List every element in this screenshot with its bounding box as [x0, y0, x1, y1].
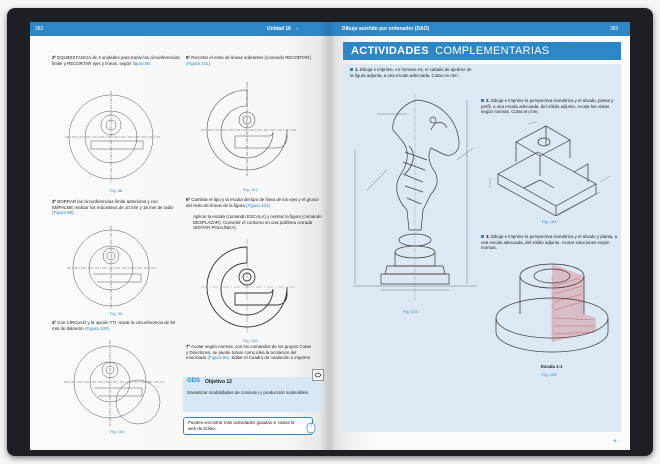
right-page-header: Dibujo asistido por ordenador (DAO) 383 — [330, 22, 630, 36]
figure-104-isometric-solid — [489, 122, 611, 216]
step-5-number: 5º — [186, 55, 191, 60]
caption-fig-104: Fig. 104 — [542, 219, 557, 224]
bullet-3 — [481, 235, 484, 239]
web-note-text: Puedes encontrar más actividades guiadas… — [188, 420, 295, 431]
caption-fig-100: Fig. 100 — [110, 429, 125, 434]
step-5-body: Recortar el resto de líneas sobrantes (c… — [191, 55, 311, 60]
figure-103-chess-knight — [353, 94, 477, 300]
activity-3-number: 3. — [486, 234, 490, 239]
unit-arrow: › — [296, 26, 298, 32]
mouse-icon — [306, 422, 316, 434]
page-number-left: 382 — [35, 26, 44, 32]
step-7-text: 7º Acotar según normas, con los comandos… — [186, 344, 314, 361]
step-3-text: 3º BORRAR las circunferencias límite ant… — [52, 199, 180, 216]
header-title: Dibujo asistido por ordenador (DAO) — [342, 26, 430, 32]
caption-fig-105: Fig. 105 — [542, 372, 557, 377]
activity-1-number: 1. — [355, 67, 359, 72]
activity-1-body: Dibuja e imprime, en formato A4, el caba… — [350, 67, 472, 78]
ods-text: Garantizar modalidades de consumo y prod… — [187, 390, 310, 395]
ods-title: Objetivo 12 — [205, 378, 232, 385]
step-4-number: 4º — [52, 320, 57, 325]
ods-tag: ODS — [187, 378, 201, 384]
activity-3-text: 3. Dibuja e imprime la perspectiva isomé… — [481, 234, 621, 251]
caption-fig-99: Fig. 99 — [110, 311, 123, 316]
figure-105-cylinder-solid — [495, 263, 609, 353]
left-page: 382 Unidad 16 › 2º EQUIDISTANCIA de 3 un… — [30, 22, 330, 450]
step-6-number: 6º — [186, 197, 191, 202]
page-number-right: 383 — [610, 26, 619, 32]
step-4-text: 4º Con CÍRCULO y la opción TTr, trazar l… — [52, 320, 180, 331]
banner-bold: ACTIVIDADES — [351, 45, 429, 57]
activity-2-body: Dibuja e imprime la perspectiva isométri… — [481, 98, 614, 115]
step-7-ref[interactable]: (Figura 96). — [208, 355, 231, 360]
activity-2-text: 2. Dibuja e imprime la perspectiva isomé… — [481, 98, 621, 115]
figure-100 — [64, 340, 164, 426]
step-6-text: 6º Cambiar el tipo y la escala del tipo … — [186, 197, 322, 208]
step-2-number: 2º — [52, 55, 57, 60]
section-banner: ACTIVIDADES COMPLEMENTARIAS — [343, 42, 621, 60]
scale-label: Escala 1:1 — [541, 364, 563, 369]
step-4-body: Con CÍRCULO y la opción TTr, trazar la c… — [52, 320, 176, 331]
ods-box: Garantizar modalidades de consumo y prod… — [183, 386, 321, 412]
banner-light: COMPLEMENTARIAS — [435, 45, 550, 57]
step-5-text: 5º Recortar el resto de líneas sobrantes… — [186, 55, 322, 66]
unit-label: Unidad 16 — [267, 26, 291, 32]
left-page-header: 382 Unidad 16 › — [30, 22, 330, 36]
bullet-2 — [481, 99, 484, 103]
book-cover: 382 Unidad 16 › 2º EQUIDISTANCIA de 3 un… — [7, 8, 653, 456]
figure-102 — [201, 239, 297, 333]
right-page: Dibujo asistido por ordenador (DAO) 383 … — [330, 22, 630, 450]
step-2-ref[interactable]: figura 98. — [133, 61, 151, 66]
bullet-1 — [350, 68, 353, 72]
caption-fig-101: Fig. 101 — [243, 187, 258, 192]
step-3-number: 3º — [52, 199, 57, 204]
activity-3-body: Dibuja e imprime la perspectiva isométri… — [481, 234, 618, 251]
step-3-ref[interactable]: (Figura 99). — [52, 210, 75, 215]
book-spine — [320, 22, 336, 450]
step-5-ref[interactable]: (Figura 101). — [186, 61, 211, 66]
screen: 382 Unidad 16 › 2º EQUIDISTANCIA de 3 un… — [0, 0, 660, 464]
step-7-extra: Editar el Cuadro de rotulación e imprimi… — [231, 355, 311, 361]
caption-fig-102: Fig. 102 — [243, 338, 258, 343]
step-2-text: 2º EQUIDISTANCIA de 3 unidades para traz… — [52, 55, 180, 66]
figure-99 — [67, 226, 157, 310]
figure-98 — [65, 91, 161, 183]
web-note[interactable]: Puedes encontrar más actividades guiadas… — [183, 417, 313, 435]
step-6-extra: Aplicar la escala (comando ESCALA) y cen… — [193, 214, 322, 231]
caption-fig-98: Fig. 98 — [110, 188, 123, 193]
step-6-ref[interactable]: (Figura 102). — [246, 203, 271, 208]
step-4-ref[interactable]: (Figura 100). — [85, 326, 110, 331]
activity-2-number: 2. — [486, 98, 490, 103]
activity-1-text: 1. Dibuja e imprime, en formato A4, el c… — [350, 67, 476, 78]
step-7-number: 7º — [186, 344, 191, 349]
step-3-body: BORRAR las circunferencias límite anteri… — [52, 199, 174, 210]
corner-mark: + — [613, 438, 618, 445]
caption-fig-103: Fig. 103 — [403, 309, 418, 314]
step-2-body: EQUIDISTANCIA de 3 unidades para trazar … — [52, 55, 180, 66]
figure-101 — [201, 82, 297, 176]
